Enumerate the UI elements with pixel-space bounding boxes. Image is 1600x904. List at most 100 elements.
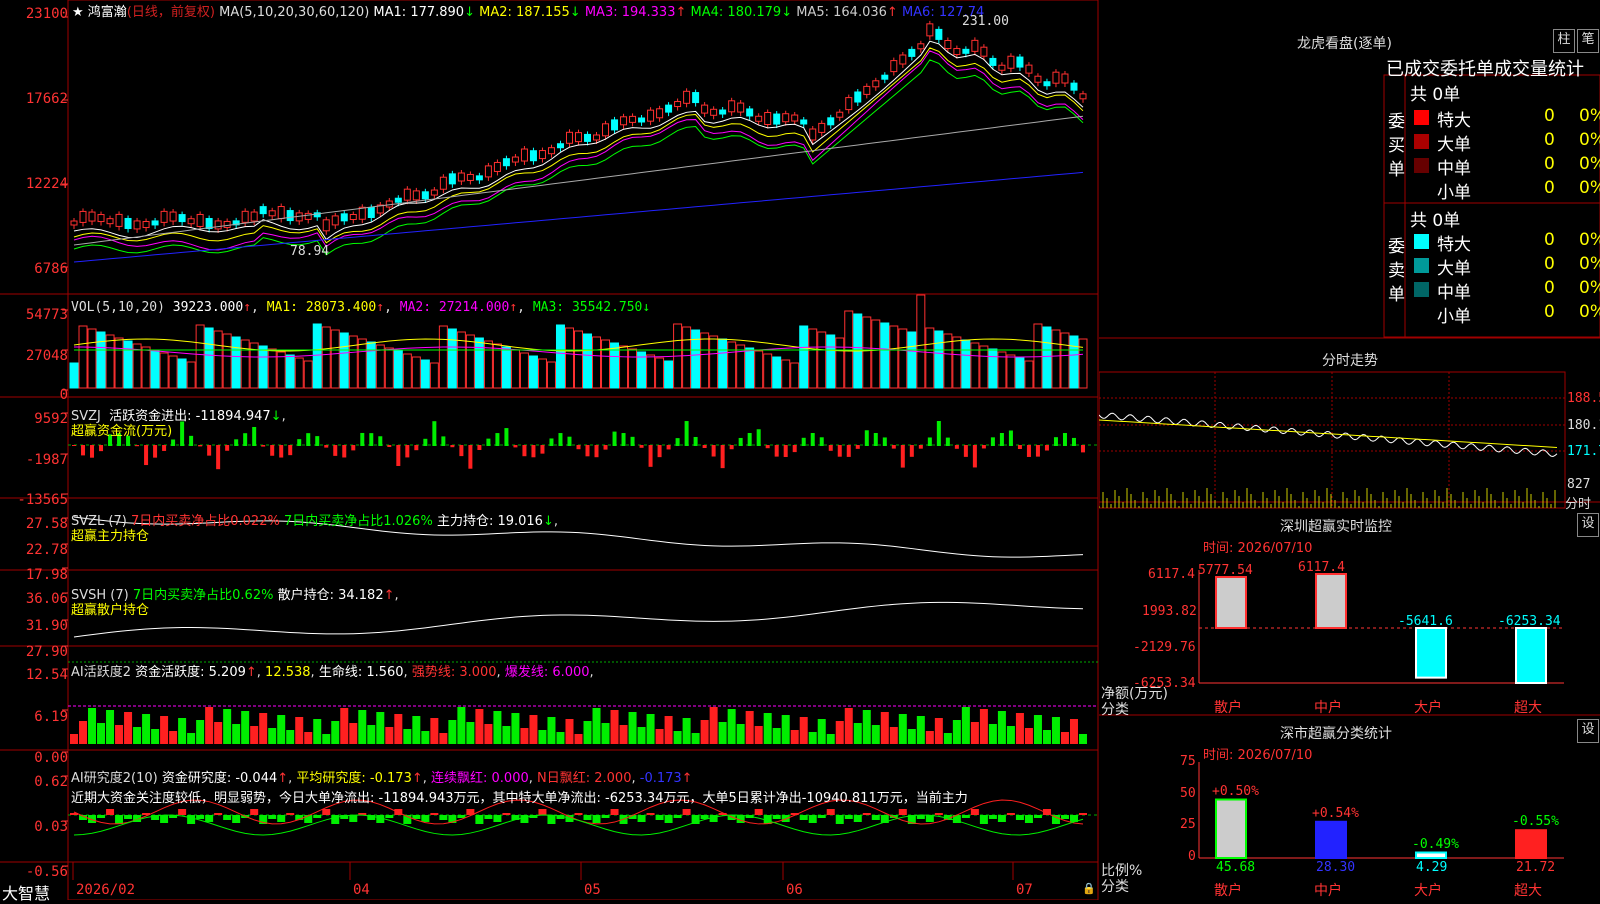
svzj-bar bbox=[612, 431, 617, 446]
svzj-bar bbox=[207, 445, 212, 456]
research-bar bbox=[1015, 815, 1024, 820]
activity-bar bbox=[871, 725, 880, 744]
research-bar bbox=[583, 815, 592, 820]
sz-classify-settings-button[interactable]: 设 bbox=[1577, 719, 1599, 743]
lock-icon[interactable]: 🔒 bbox=[1082, 882, 1096, 895]
sz-bar bbox=[1415, 627, 1447, 679]
volume-bar bbox=[1051, 329, 1061, 389]
activity-bar bbox=[781, 715, 790, 744]
activity-bar bbox=[1051, 717, 1060, 744]
candle bbox=[656, 108, 664, 119]
volume-bar bbox=[348, 335, 358, 389]
volume-bar bbox=[87, 328, 97, 389]
intraday-ytick: 分时 bbox=[1565, 497, 1592, 512]
research-bar bbox=[934, 813, 943, 815]
sz-bar-value: 5777.54 bbox=[1198, 563, 1253, 578]
svzj-bar bbox=[270, 445, 275, 456]
volume-bar bbox=[177, 358, 187, 389]
svzj-bar bbox=[1080, 445, 1085, 453]
intraday-ytick: 180.1 bbox=[1567, 418, 1600, 433]
activity-bar bbox=[1078, 734, 1087, 744]
volume-bar bbox=[1033, 323, 1043, 389]
volume-bar bbox=[114, 337, 124, 389]
activity-bar bbox=[1024, 728, 1033, 744]
research-bar bbox=[385, 815, 394, 818]
candle bbox=[160, 210, 168, 223]
svzj-bar bbox=[351, 445, 356, 451]
candle bbox=[980, 46, 988, 57]
candle bbox=[169, 211, 177, 222]
sell-order-label: 委卖单 bbox=[1388, 237, 1405, 305]
candle bbox=[358, 206, 366, 220]
research-bar bbox=[601, 815, 610, 818]
candle bbox=[151, 220, 159, 226]
volume-bar bbox=[754, 350, 764, 389]
candle bbox=[674, 101, 682, 108]
research-bar bbox=[223, 815, 232, 820]
candlestick-chart[interactable] bbox=[0, 0, 1100, 900]
activity-bar bbox=[889, 727, 898, 744]
volume-bar bbox=[96, 331, 106, 389]
activity-bar bbox=[502, 726, 511, 744]
svzj-bar bbox=[90, 445, 95, 458]
candle bbox=[854, 91, 862, 103]
low-price-label: 78.94 bbox=[290, 244, 330, 259]
svsh-ytick: 31.90 bbox=[25, 618, 68, 634]
x-tick: 06 bbox=[786, 882, 803, 898]
sz-category: 散户 bbox=[1214, 700, 1242, 716]
dragon-tiger-tabs[interactable]: 已成交委托单成交量统计 bbox=[1386, 55, 1600, 81]
svzj-bar bbox=[405, 445, 410, 458]
activity-bar bbox=[1015, 713, 1024, 744]
chart-frame bbox=[67, 0, 1099, 900]
volume-bar bbox=[285, 354, 295, 389]
ma4-value: MA4: 180.179 bbox=[690, 5, 782, 20]
activity-bar bbox=[952, 720, 961, 744]
szc-bar-change: -0.49% bbox=[1412, 836, 1459, 852]
svzj-bar bbox=[765, 445, 770, 449]
svzj-bar bbox=[747, 433, 752, 446]
volume-bar bbox=[141, 346, 151, 389]
svzj-bar bbox=[666, 445, 671, 450]
activity-bar bbox=[970, 722, 979, 744]
research-bar bbox=[871, 815, 880, 820]
research-bar bbox=[502, 813, 511, 815]
szc-bar bbox=[1415, 851, 1447, 859]
research-bar bbox=[322, 809, 331, 815]
activity-bar bbox=[943, 733, 952, 744]
activity-bar bbox=[961, 707, 970, 744]
svzj-bar bbox=[198, 445, 203, 447]
volume-bar bbox=[1006, 354, 1016, 389]
svzj-bar bbox=[225, 445, 230, 451]
volume-bar bbox=[808, 328, 818, 389]
research-bar bbox=[268, 815, 277, 819]
order-count: 0 bbox=[1544, 254, 1555, 274]
activity-bar bbox=[745, 711, 754, 744]
bar-view-button[interactable]: 柱 bbox=[1553, 29, 1575, 53]
candle bbox=[836, 111, 844, 118]
research-bar bbox=[178, 809, 187, 815]
brand-label: 大智慧 bbox=[2, 884, 51, 903]
volume-bar bbox=[537, 358, 547, 389]
favorite-star-icon[interactable]: ★ bbox=[72, 5, 84, 20]
volume-bar bbox=[375, 344, 385, 389]
szc-ytick: 75 bbox=[1180, 754, 1196, 769]
ai-active-ytick: 12.54 bbox=[25, 667, 68, 683]
activity-bar bbox=[241, 711, 250, 744]
svzj-bar bbox=[504, 428, 509, 446]
szc-bar-change: +0.54% bbox=[1312, 805, 1359, 821]
sz-monitor-settings-button[interactable]: 设 bbox=[1577, 513, 1599, 537]
volume-bar bbox=[709, 335, 719, 389]
activity-bar bbox=[448, 720, 457, 744]
volume-bar bbox=[132, 343, 142, 389]
research-bar bbox=[124, 815, 133, 819]
intraday-ytick: 188.5 bbox=[1567, 391, 1600, 406]
candle bbox=[584, 133, 592, 142]
svzj-bar bbox=[702, 445, 707, 449]
candle bbox=[70, 220, 78, 226]
tick-view-button[interactable]: 笔 bbox=[1577, 29, 1599, 53]
sz-monitor-title: 深圳超赢实时监控 bbox=[1280, 519, 1392, 535]
candle bbox=[484, 165, 492, 178]
volume-bar bbox=[105, 334, 115, 389]
volume-bar bbox=[1069, 335, 1079, 389]
volume-bar bbox=[240, 339, 250, 389]
